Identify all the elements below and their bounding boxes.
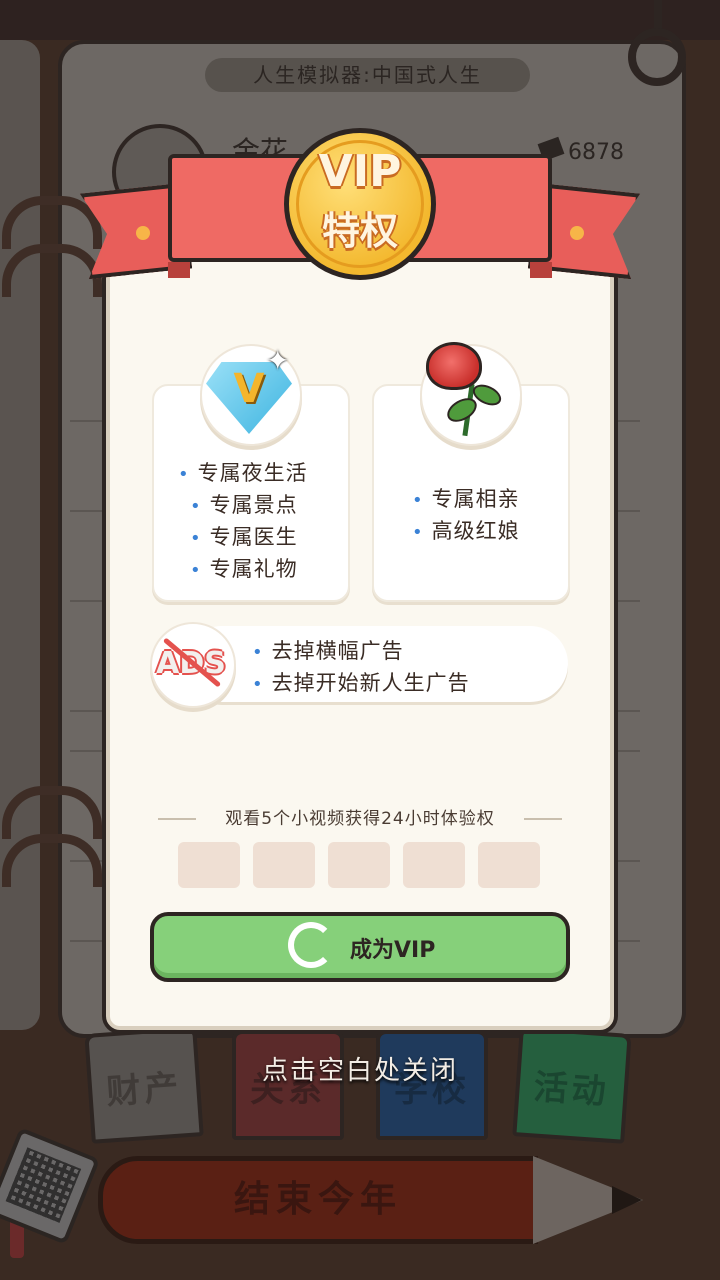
perk-list-no-ads: 去掉横幅广告 去掉开始新人生广告	[252, 636, 470, 700]
perk-item: 去掉开始新人生广告	[252, 668, 470, 700]
divider-line	[158, 818, 196, 820]
ribbon-dot	[136, 226, 150, 240]
rose-icon	[426, 342, 482, 390]
close-hint[interactable]: 点击空白处关闭	[0, 1050, 720, 1087]
video-progress-slot	[253, 842, 315, 888]
perk-item: 专属相亲	[412, 484, 520, 516]
binder-ring	[2, 834, 102, 887]
vip-badge-title: VIP	[318, 146, 402, 197]
money-value: 6878	[568, 140, 624, 165]
watch-videos-text: 观看5个小视频获得24小时体验权	[225, 809, 495, 829]
perk-list-dating: 专属相亲 高级红娘	[412, 484, 520, 548]
binder-ring	[2, 244, 102, 297]
video-progress-slot	[328, 842, 390, 888]
ribbon-dot	[570, 226, 584, 240]
top-bar	[0, 0, 720, 40]
vip-badge-subtitle: 特权	[321, 209, 398, 253]
perk-item: 去掉横幅广告	[252, 636, 470, 668]
divider-line	[524, 818, 562, 820]
pencil-lead-icon	[612, 1186, 642, 1214]
binder-ring	[2, 786, 102, 839]
become-vip-label: 成为VIP	[350, 938, 436, 963]
end-year-label: 结束今年	[233, 1179, 402, 1220]
perk-item: 专属夜生活	[178, 458, 308, 490]
perk-item: 专属景点	[178, 490, 308, 522]
qr-code-icon	[5, 1147, 82, 1223]
app-title: 人生模拟器:中国式人生	[205, 58, 530, 92]
perk-item: 专属礼物	[178, 554, 308, 586]
ribbon-fold	[168, 262, 190, 278]
ribbon-fold	[530, 262, 552, 278]
video-progress-slot	[478, 842, 540, 888]
perk-item: 专属医生	[178, 522, 308, 554]
loading-spinner-icon	[288, 922, 334, 968]
hanger-ring	[628, 28, 686, 86]
sparkle-icon: ✦	[266, 344, 290, 377]
perk-list-exclusive: 专属夜生活 专属景点 专属医生 专属礼物	[178, 458, 308, 586]
perk-item: 高级红娘	[412, 516, 520, 548]
video-progress-slot	[178, 842, 240, 888]
video-progress-slot	[403, 842, 465, 888]
